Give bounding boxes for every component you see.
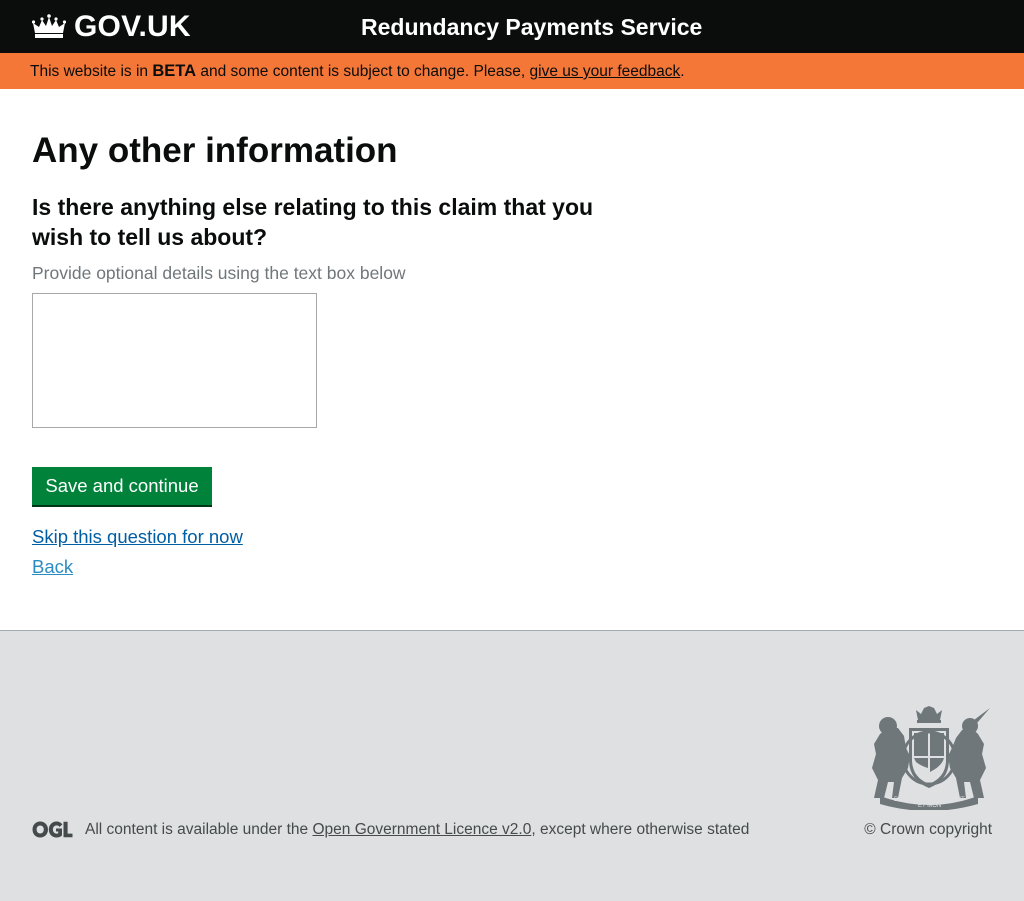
hint-text: Provide optional details using the text … bbox=[32, 263, 406, 283]
beta-middle: and some content is subject to change. P… bbox=[196, 63, 530, 80]
save-and-continue-button[interactable]: Save and continue bbox=[32, 467, 212, 507]
beta-banner: This website is in BETA and some content… bbox=[0, 53, 1024, 89]
licence-prefix: All content is available under the bbox=[85, 821, 313, 838]
crest-motto-3: DROIT bbox=[946, 797, 965, 803]
site-footer: DIEU ET MON DROIT All content is availab… bbox=[0, 630, 1024, 901]
ogl-logo-icon bbox=[32, 821, 73, 838]
back-link[interactable]: Back bbox=[32, 555, 73, 579]
beta-banner-text: This website is in BETA and some content… bbox=[30, 61, 685, 82]
question-label: Is there anything else relating to this … bbox=[32, 194, 594, 250]
page-title: Any other information bbox=[32, 131, 398, 170]
beta-prefix: This website is in bbox=[30, 63, 153, 80]
crest-motto-2: ET MON bbox=[918, 803, 941, 809]
govuk-logo-text: GOV.UK bbox=[74, 10, 191, 43]
beta-suffix: . bbox=[680, 63, 685, 80]
royal-coat-of-arms-icon: DIEU ET MON DROIT bbox=[872, 706, 990, 810]
open-government-licence-link[interactable]: Open Government Licence v2.0 bbox=[312, 821, 531, 838]
crown-icon bbox=[32, 14, 66, 38]
govuk-logo-link[interactable]: GOV.UK bbox=[32, 10, 191, 44]
skip-question-link[interactable]: Skip this question for now bbox=[32, 525, 243, 549]
site-header: GOV.UK Redundancy Payments Service bbox=[0, 0, 1024, 53]
service-name[interactable]: Redundancy Payments Service bbox=[361, 12, 702, 42]
crest-motto-1: DIEU bbox=[894, 797, 908, 803]
crown-copyright-link[interactable]: © Crown copyright bbox=[864, 820, 992, 840]
licence-text: All content is available under the Open … bbox=[85, 820, 749, 840]
licence-suffix: , except where otherwise stated bbox=[531, 821, 750, 838]
beta-tag: BETA bbox=[152, 62, 197, 80]
details-textarea[interactable] bbox=[32, 293, 317, 428]
feedback-link[interactable]: give us your feedback bbox=[530, 63, 681, 80]
